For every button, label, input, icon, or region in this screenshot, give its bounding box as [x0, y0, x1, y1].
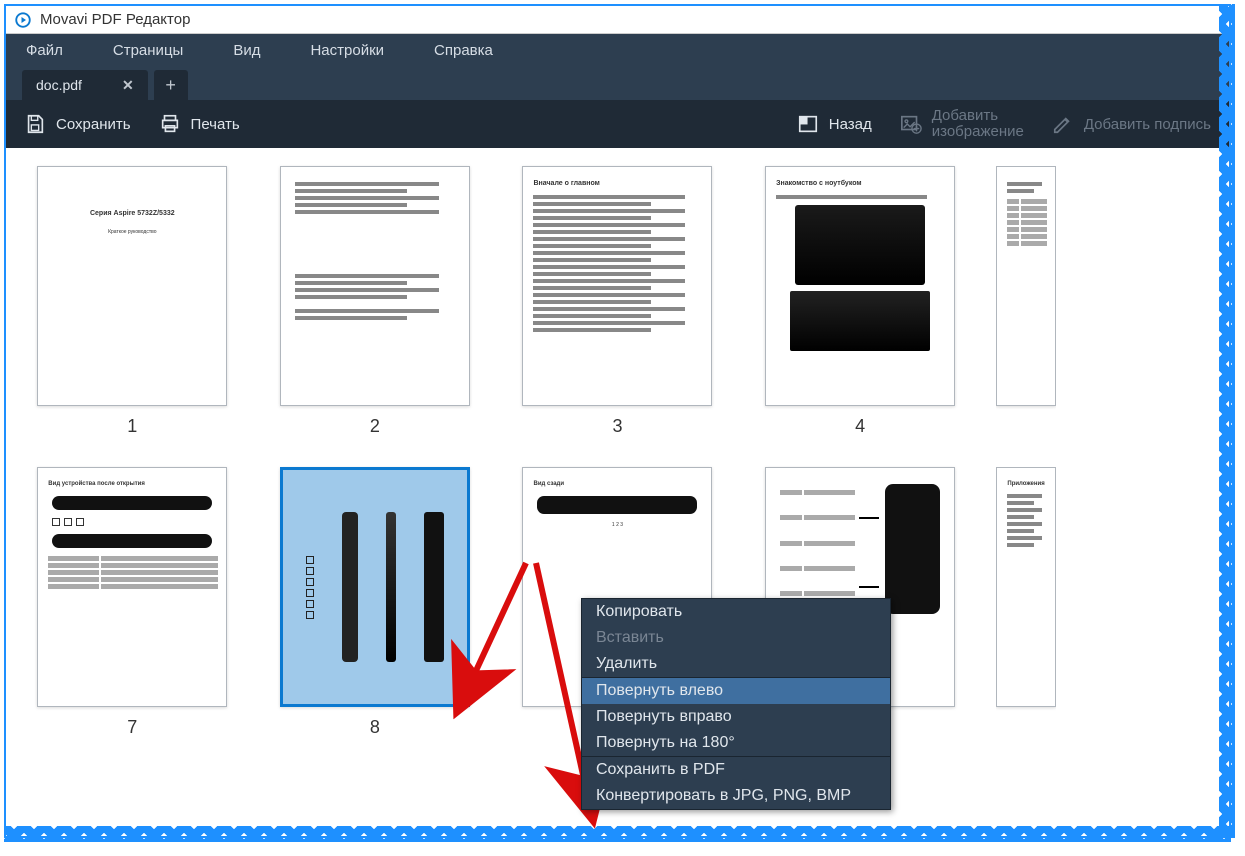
page-number: 2 — [370, 416, 380, 437]
tabbar: doc.pdf ✕ + — [6, 66, 1229, 100]
back-label: Назад — [829, 116, 872, 133]
print-button[interactable]: Печать — [159, 113, 240, 135]
save-button[interactable]: Сохранить — [24, 113, 131, 135]
menu-pages[interactable]: Страницы — [113, 42, 183, 59]
page-thumb-8-selected[interactable]: 8 — [269, 467, 482, 738]
page-thumb-4[interactable]: Знакомство с ноутбуком 4 — [754, 166, 967, 437]
page-number: 1 — [127, 416, 137, 437]
window-title: Movavi PDF Редактор — [40, 11, 190, 28]
close-tab-icon[interactable]: ✕ — [122, 77, 134, 94]
ctx-save-pdf[interactable]: Сохранить в PDF — [582, 757, 890, 783]
page-number: 7 — [127, 717, 137, 738]
print-icon — [159, 113, 181, 135]
page-thumb-5-partial[interactable] — [996, 166, 1056, 437]
app-window: Movavi PDF Редактор Файл Страницы Вид На… — [4, 4, 1231, 838]
page-thumb-11-partial[interactable]: Приложения — [996, 467, 1056, 738]
ctx-rotate-180[interactable]: Повернуть на 180° — [582, 730, 890, 756]
save-label: Сохранить — [56, 116, 131, 133]
context-menu: Копировать Вставить Удалить Повернуть вл… — [581, 598, 891, 810]
add-image-label: Добавить изображение — [932, 108, 1024, 141]
menu-view[interactable]: Вид — [233, 42, 260, 59]
print-label: Печать — [191, 116, 240, 133]
ctx-rotate-right[interactable]: Повернуть вправо — [582, 704, 890, 730]
save-icon — [24, 113, 46, 135]
back-icon — [797, 113, 819, 135]
ctx-paste: Вставить — [582, 625, 890, 651]
torn-edge-right — [1219, 4, 1235, 838]
image-plus-icon — [900, 113, 922, 135]
tab-label: doc.pdf — [36, 77, 82, 93]
app-logo-icon — [14, 11, 32, 29]
menu-settings[interactable]: Настройки — [310, 42, 384, 59]
titlebar: Movavi PDF Редактор — [6, 6, 1229, 34]
add-image-button[interactable]: Добавить изображение — [900, 108, 1024, 141]
add-signature-label: Добавить подпись — [1084, 116, 1211, 133]
page-number: 3 — [612, 416, 622, 437]
menu-file[interactable]: Файл — [26, 42, 63, 59]
ctx-convert[interactable]: Конвертировать в JPG, PNG, BMP — [582, 783, 890, 809]
menubar: Файл Страницы Вид Настройки Справка — [6, 34, 1229, 66]
page-thumb-1[interactable]: Серия Aspire 5732Z/5332 Краткое руководс… — [26, 166, 239, 437]
page-thumb-3[interactable]: Вначале о главном 3 — [511, 166, 724, 437]
document-tab[interactable]: doc.pdf ✕ — [22, 70, 148, 100]
page-number: 8 — [370, 717, 380, 738]
add-signature-button[interactable]: Добавить подпись — [1052, 113, 1211, 135]
menu-help[interactable]: Справка — [434, 42, 493, 59]
ctx-delete[interactable]: Удалить — [582, 651, 890, 677]
back-button[interactable]: Назад — [797, 113, 872, 135]
page-thumb-7[interactable]: Вид устройства после открытия 7 — [26, 467, 239, 738]
page-number: 4 — [855, 416, 865, 437]
ctx-copy[interactable]: Копировать — [582, 599, 890, 625]
new-tab-button[interactable]: + — [154, 70, 188, 100]
page-thumb-2[interactable]: 2 — [269, 166, 482, 437]
torn-edge-bottom — [4, 826, 1231, 842]
toolbar: Сохранить Печать Назад Добавить изображе… — [6, 100, 1229, 148]
signature-icon — [1052, 113, 1074, 135]
ctx-rotate-left[interactable]: Повернуть влево — [582, 678, 890, 704]
